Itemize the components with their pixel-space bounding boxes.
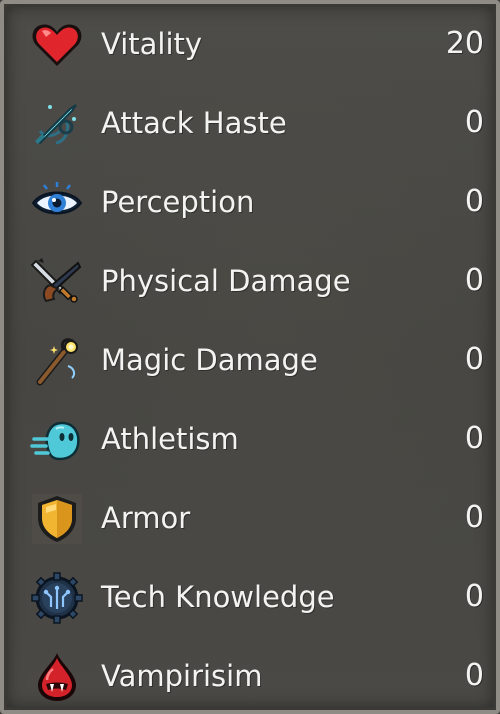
stat-row-physical-damage: Physical Damage 0	[26, 249, 486, 313]
stat-value-physical-damage: 0	[464, 263, 484, 298]
stat-row-vitality: Vitality 20	[26, 12, 486, 76]
stat-label-armor: Armor	[101, 501, 191, 535]
stat-value-athletism: 0	[464, 421, 484, 456]
ghost-dash-icon	[30, 413, 84, 467]
heart-icon	[30, 18, 84, 72]
stat-label-tech-knowledge: Tech Knowledge	[101, 580, 335, 614]
stat-value-vampirisim: 0	[464, 658, 484, 693]
eye-icon	[30, 176, 84, 230]
stat-row-armor: Armor 0	[26, 486, 486, 550]
sword-swirl-icon	[30, 97, 84, 151]
stat-value-tech-knowledge: 0	[464, 579, 484, 614]
stat-value-armor: 0	[464, 500, 484, 535]
gear-circuit-icon	[30, 571, 84, 625]
magic-wand-icon	[30, 334, 84, 388]
blood-drop-fangs-icon	[30, 650, 84, 704]
stats-panel: Vitality 20 Attack Haste 0 Perception 0 …	[0, 0, 500, 714]
stat-value-magic-damage: 0	[464, 342, 484, 377]
stat-row-tech-knowledge: Tech Knowledge 0	[26, 565, 486, 629]
stat-label-attack-haste: Attack Haste	[101, 106, 287, 140]
stat-row-vampirisim: Vampirisim 0	[26, 644, 486, 708]
shield-icon	[30, 492, 84, 546]
stat-value-vitality: 20	[445, 26, 484, 61]
stat-label-athletism: Athletism	[101, 422, 239, 456]
stat-value-perception: 0	[464, 184, 484, 219]
stat-label-perception: Perception	[101, 185, 255, 219]
stat-label-physical-damage: Physical Damage	[101, 264, 351, 298]
stat-row-athletism: Athletism 0	[26, 407, 486, 471]
stat-label-vampirisim: Vampirisim	[101, 659, 263, 693]
stat-row-magic-damage: Magic Damage 0	[26, 328, 486, 392]
sword-pistol-icon	[30, 255, 84, 309]
stat-label-vitality: Vitality	[101, 27, 203, 61]
stat-value-attack-haste: 0	[464, 105, 484, 140]
stat-row-perception: Perception 0	[26, 170, 486, 234]
stat-row-attack-haste: Attack Haste 0	[26, 91, 486, 155]
stat-label-magic-damage: Magic Damage	[101, 343, 318, 377]
